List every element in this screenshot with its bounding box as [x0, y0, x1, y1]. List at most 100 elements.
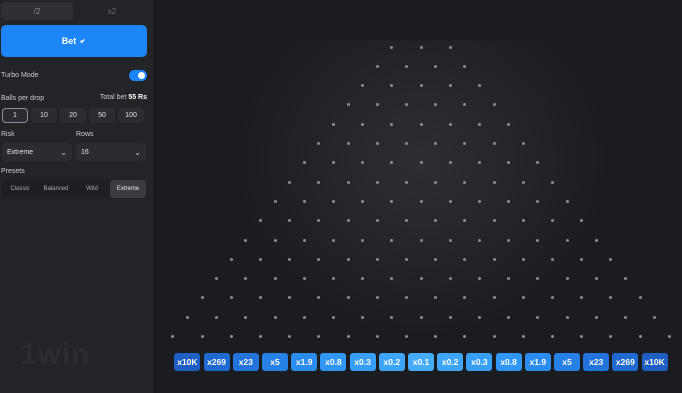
- multiplier-bucket: x5: [262, 353, 288, 371]
- multiplier-bucket: x10K: [174, 353, 201, 371]
- peg: [448, 277, 452, 281]
- bet-amount-modifiers: /2 x2: [1, 2, 148, 20]
- total-bet: Total bet 55 Rs: [100, 94, 147, 101]
- peg: [623, 315, 627, 319]
- peg: [521, 142, 525, 145]
- balls-option-10[interactable]: 10: [31, 108, 57, 123]
- risk-select[interactable]: Extreme ⌄: [2, 143, 72, 161]
- multiplier-bucket: x0.3: [466, 353, 493, 371]
- balls-option-20[interactable]: 20: [60, 108, 86, 123]
- peg: [273, 315, 277, 319]
- peg: [361, 315, 365, 319]
- peg: [404, 64, 408, 68]
- multiplier-bucket: x269: [203, 353, 230, 371]
- risk-label: Risk: [1, 131, 15, 138]
- preset-balanced[interactable]: Balanced: [38, 180, 74, 198]
- peg: [375, 180, 379, 184]
- presets-label: Presets: [1, 168, 25, 175]
- brand-watermark: 1win: [20, 338, 91, 371]
- peg: [346, 335, 350, 338]
- chevron-down-icon: ⌄: [134, 147, 141, 157]
- multiplier-bucket: x269: [612, 353, 639, 371]
- multiplier-bucket: x23: [232, 353, 259, 371]
- preset-classic[interactable]: Classic: [2, 180, 38, 198]
- peg: [302, 199, 306, 203]
- peg: [477, 122, 481, 126]
- multiplier-bucket: x0.8: [495, 353, 522, 371]
- peg: [448, 238, 452, 242]
- peg: [507, 199, 511, 203]
- total-bet-value: 55 Rs: [128, 94, 147, 101]
- multiplier-bucket: x10K: [641, 353, 668, 371]
- turbo-mode-toggle[interactable]: [129, 70, 147, 81]
- peg: [477, 199, 481, 203]
- peg: [390, 238, 394, 242]
- peg: [565, 238, 569, 242]
- peg: [200, 296, 204, 300]
- peg: [623, 277, 627, 281]
- peg: [346, 142, 350, 145]
- peg: [215, 277, 219, 281]
- peg: [463, 180, 467, 184]
- peg: [419, 315, 423, 319]
- preset-extreme[interactable]: Extreme: [110, 180, 146, 198]
- multiplier-bucket: x23: [583, 353, 610, 371]
- peg: [185, 315, 189, 319]
- multiplier-bucket: x1.9: [524, 353, 551, 371]
- peg: [419, 277, 423, 281]
- preset-wild[interactable]: Wild: [74, 180, 110, 198]
- peg: [477, 277, 481, 281]
- peg: [302, 315, 306, 319]
- peg: [507, 315, 511, 319]
- peg: [507, 122, 511, 126]
- peg: [667, 335, 671, 338]
- risk-select-value: Extreme: [7, 148, 34, 156]
- multiplier-bucket: x5: [554, 353, 580, 371]
- peg: [492, 257, 496, 261]
- peg: [302, 277, 306, 281]
- peg: [171, 335, 175, 338]
- peg: [331, 199, 335, 203]
- peg: [594, 315, 598, 319]
- peg: [302, 238, 306, 242]
- peg: [361, 199, 365, 203]
- peg: [448, 45, 452, 49]
- peg: [288, 257, 292, 261]
- peg: [492, 180, 496, 184]
- peg: [419, 238, 423, 242]
- balls-option-50[interactable]: 50: [89, 108, 115, 123]
- peg: [448, 199, 452, 203]
- rows-select-value: 16: [81, 148, 89, 156]
- multiplier-bucket: x0.2: [378, 353, 405, 371]
- peg: [200, 335, 204, 338]
- peg: [434, 180, 438, 184]
- multiplier-bucket: x0.2: [437, 353, 464, 371]
- double-bet-button[interactable]: x2: [76, 2, 148, 20]
- peg: [273, 238, 277, 242]
- peg: [434, 64, 438, 68]
- bet-button-label: Bet: [61, 36, 77, 46]
- peg: [404, 142, 408, 145]
- turbo-mode-label: Turbo Mode: [1, 72, 39, 79]
- half-bet-button[interactable]: /2: [1, 2, 73, 20]
- peg: [375, 257, 379, 261]
- peg: [419, 45, 423, 49]
- peg: [448, 122, 452, 126]
- peg: [331, 122, 335, 126]
- peg: [521, 257, 525, 261]
- bet-button[interactable]: Bet: [1, 25, 147, 57]
- peg: [448, 84, 452, 88]
- peg: [419, 161, 423, 165]
- peg: [346, 180, 350, 184]
- rows-select[interactable]: 16 ⌄: [76, 143, 146, 161]
- balls-option-1[interactable]: 1: [2, 108, 28, 123]
- multiplier-bucket: x0.8: [320, 353, 347, 371]
- balls-option-100[interactable]: 100: [118, 108, 144, 123]
- peg: [215, 315, 219, 319]
- control-panel: /2 x2 Bet Turbo Mode Balls per drop Tota…: [0, 0, 153, 393]
- peg: [419, 199, 423, 203]
- peg: [477, 238, 481, 242]
- peg: [273, 277, 277, 281]
- peg: [404, 257, 408, 261]
- peg: [580, 257, 584, 261]
